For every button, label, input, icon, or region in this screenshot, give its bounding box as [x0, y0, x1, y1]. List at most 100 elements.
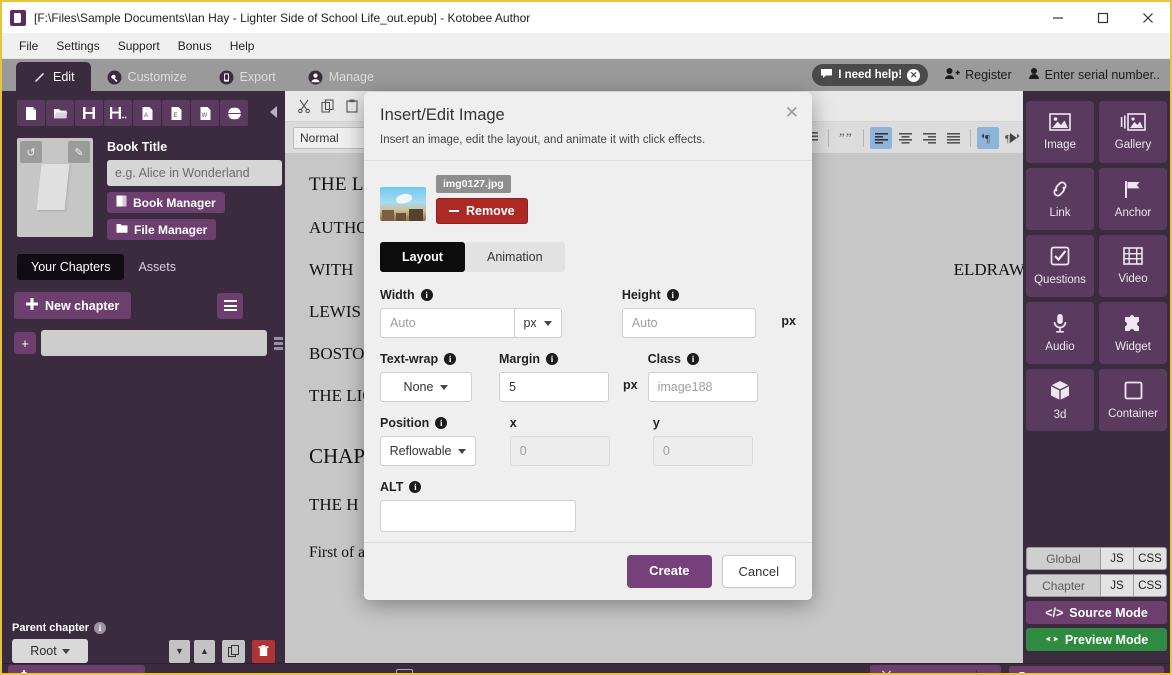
insert-audio-button[interactable]: Audio: [1026, 302, 1094, 364]
maximize-icon[interactable]: [1080, 2, 1125, 33]
move-down-button[interactable]: ▼: [169, 639, 190, 663]
tab-animation[interactable]: Animation: [464, 242, 565, 272]
tab-assets[interactable]: Assets: [124, 254, 190, 280]
alt-input[interactable]: [380, 500, 576, 532]
close-icon[interactable]: [1125, 2, 1170, 33]
menu-support[interactable]: Support: [109, 36, 169, 56]
chapter-drag-handle[interactable]: [274, 336, 283, 350]
info-icon-height[interactable]: i: [666, 289, 679, 301]
cover-reset-icon[interactable]: ↺: [20, 141, 42, 163]
remove-image-button[interactable]: Remove: [436, 198, 528, 224]
pdf-import-icon[interactable]: A: [133, 100, 161, 126]
align-right-icon[interactable]: [918, 127, 940, 149]
source-mode-button[interactable]: </> Source Mode: [1026, 601, 1167, 624]
new-chapter-button[interactable]: New chapter: [14, 292, 132, 319]
menu-help[interactable]: Help: [221, 36, 264, 56]
menu-file[interactable]: File: [10, 36, 47, 56]
dialog-close-icon[interactable]: ✕: [785, 104, 799, 121]
image-thumbnail[interactable]: [380, 187, 426, 221]
insert-video-button[interactable]: Video: [1099, 235, 1167, 297]
move-up-button[interactable]: ▲: [194, 639, 215, 663]
show-in-file-manager-button[interactable]: Show in File Manager: [1008, 665, 1164, 673]
need-help-button[interactable]: I need help! ✕: [812, 64, 929, 86]
info-icon-textwrap[interactable]: i: [444, 353, 457, 365]
refresh-icon[interactable]: [396, 669, 414, 673]
register-button[interactable]: Register: [944, 67, 1012, 83]
cover-edit-icon[interactable]: ✎: [68, 141, 90, 163]
menu-bonus[interactable]: Bonus: [169, 36, 221, 56]
epub-import-icon[interactable]: E: [162, 100, 190, 126]
ltr-icon[interactable]: ¶: [977, 126, 999, 149]
height-input[interactable]: [621, 308, 756, 338]
open-folder-icon[interactable]: [46, 100, 74, 126]
book-title-input[interactable]: [107, 160, 282, 186]
insert-questions-button[interactable]: Questions: [1026, 235, 1094, 297]
book-cover-thumbnail[interactable]: ↺ ✎: [17, 138, 93, 237]
cut-icon[interactable]: [293, 95, 315, 117]
save-icon[interactable]: [75, 100, 103, 126]
need-help-close-icon[interactable]: ✕: [907, 68, 921, 82]
align-left-icon[interactable]: [870, 126, 892, 149]
tab-edit[interactable]: Edit: [16, 62, 91, 91]
chapter-menu-icon[interactable]: [217, 292, 244, 319]
tab-export[interactable]: Export: [203, 63, 292, 91]
create-button[interactable]: Create: [627, 555, 712, 588]
insert-widget-button[interactable]: Widget: [1099, 302, 1167, 364]
menu-settings[interactable]: Settings: [47, 36, 108, 56]
web-import-icon[interactable]: [220, 100, 248, 126]
chapter-js-button[interactable]: JS: [1100, 575, 1133, 596]
chapter-css-button[interactable]: CSS: [1133, 575, 1166, 596]
textwrap-select[interactable]: None: [380, 372, 472, 402]
preview-mode-button[interactable]: Preview Mode: [1026, 628, 1167, 651]
chapter-add-button[interactable]: +: [14, 332, 36, 354]
file-manager-button[interactable]: File Manager: [107, 219, 217, 240]
split-chapter-caret[interactable]: [975, 670, 1001, 673]
chapter-properties-button[interactable]: Chapter properties: [8, 665, 146, 673]
y-input[interactable]: [652, 436, 753, 466]
collapse-sidebar-arrow-icon[interactable]: [270, 106, 277, 118]
margin-input[interactable]: [499, 372, 609, 402]
split-chapter-main[interactable]: Split chapter: [870, 665, 976, 673]
tab-customize[interactable]: Customize: [91, 63, 203, 91]
insert-link-button[interactable]: Link: [1026, 168, 1094, 230]
insert-image-button[interactable]: Image: [1026, 101, 1094, 163]
cancel-button[interactable]: Cancel: [721, 555, 796, 588]
new-file-icon[interactable]: [17, 100, 45, 126]
word-import-icon[interactable]: W: [191, 100, 219, 126]
tab-your-chapters[interactable]: Your Chapters: [17, 254, 125, 280]
global-css-button[interactable]: CSS: [1133, 548, 1166, 569]
width-input[interactable]: [380, 308, 520, 338]
trash-icon[interactable]: [252, 639, 275, 663]
align-justify-icon[interactable]: [942, 127, 964, 149]
global-js-button[interactable]: JS: [1100, 548, 1133, 569]
paste-icon[interactable]: [341, 95, 363, 117]
tab-layout[interactable]: Layout: [380, 242, 465, 272]
split-chapter-button[interactable]: Split chapter: [870, 665, 1001, 673]
width-unit-select[interactable]: px: [513, 308, 562, 338]
info-icon-width[interactable]: i: [420, 289, 433, 301]
duplicate-icon[interactable]: [222, 639, 245, 663]
book-manager-button[interactable]: Book Manager: [107, 192, 225, 213]
blockquote-icon[interactable]: ””: [835, 127, 857, 149]
info-icon-alt[interactable]: i: [409, 481, 422, 493]
more-arrow-icon[interactable]: [1010, 132, 1017, 143]
class-input[interactable]: [647, 372, 758, 402]
info-icon-class[interactable]: i: [686, 353, 699, 365]
position-select[interactable]: Reflowable: [380, 436, 476, 466]
info-icon-margin[interactable]: i: [545, 353, 558, 365]
minimize-icon[interactable]: [1035, 2, 1080, 33]
x-input[interactable]: [509, 436, 610, 466]
chapter-name-field[interactable]: [41, 330, 267, 356]
enter-serial-button[interactable]: Enter serial number..: [1028, 67, 1160, 83]
insert-container-button[interactable]: Container: [1099, 369, 1167, 431]
tab-manage[interactable]: Manage: [292, 63, 390, 91]
insert-3d-button[interactable]: 3d: [1026, 369, 1094, 431]
info-icon-position[interactable]: i: [435, 417, 448, 429]
save-as-icon[interactable]: [104, 100, 132, 126]
align-center-icon[interactable]: [894, 127, 916, 149]
info-icon[interactable]: i: [94, 622, 107, 634]
insert-gallery-button[interactable]: Gallery: [1099, 101, 1167, 163]
copy-icon[interactable]: [317, 95, 339, 117]
insert-anchor-button[interactable]: Anchor: [1099, 168, 1167, 230]
parent-chapter-select[interactable]: Root: [12, 639, 88, 663]
